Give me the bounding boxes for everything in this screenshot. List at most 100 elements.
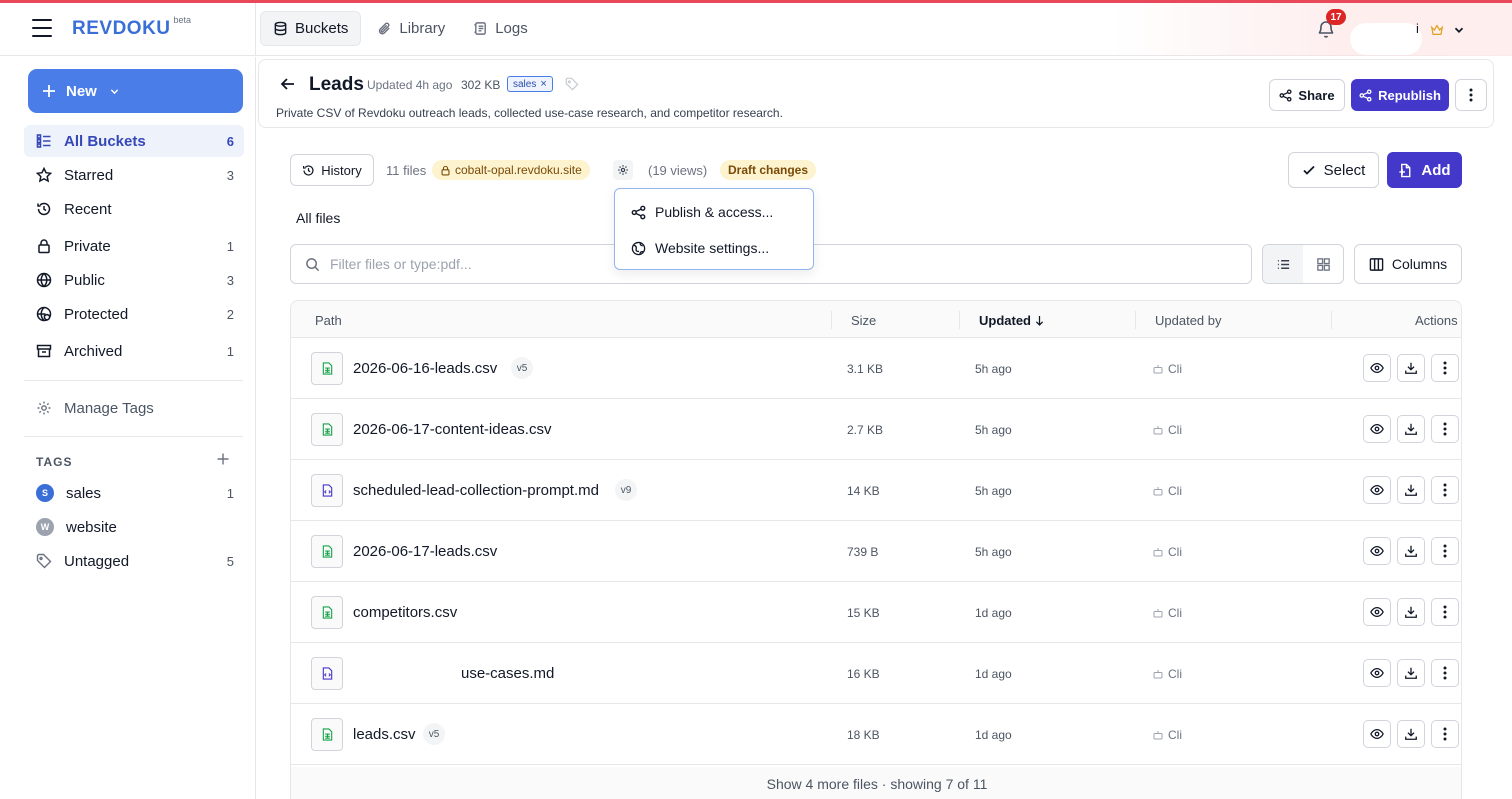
avatar[interactable] (1350, 23, 1422, 55)
preview-button[interactable] (1363, 476, 1391, 504)
list-view-button[interactable] (1263, 245, 1303, 283)
table-row[interactable]: use-cases.md 16 KB 1d ago Cli (291, 643, 1461, 704)
file-name[interactable]: 2026-06-17-leads.csv (353, 543, 497, 560)
manage-tags-link[interactable]: Manage Tags (24, 392, 244, 424)
sidebar-item-starred[interactable]: Starred 3 (24, 159, 244, 191)
file-size: 2.7 KB (847, 423, 884, 437)
republish-button[interactable]: Republish (1351, 79, 1449, 111)
tag-icon[interactable] (565, 77, 579, 91)
columns-button[interactable]: Columns (1354, 244, 1462, 284)
download-button[interactable] (1397, 659, 1425, 687)
table-row[interactable]: 2026-06-17-content-ideas.csv 2.7 KB 5h a… (291, 399, 1461, 460)
preview-button[interactable] (1363, 598, 1391, 626)
sidebar-item-recent[interactable]: Recent (24, 193, 244, 225)
history-button[interactable]: History (290, 154, 374, 186)
crown-icon (1430, 24, 1444, 35)
file-name[interactable]: 2026-06-17-content-ideas.csv (353, 421, 551, 438)
sidebar-tag-website[interactable]: W website (24, 511, 244, 543)
table-row[interactable]: scheduled-lead-collection-prompt.md v9 1… (291, 460, 1461, 521)
download-button[interactable] (1397, 415, 1425, 443)
sidebar-item-protected[interactable]: Protected 2 (24, 298, 244, 330)
add-button[interactable]: Add (1387, 152, 1462, 188)
column-header-size[interactable]: Size (851, 313, 876, 328)
table-row[interactable]: competitors.csv 15 KB 1d ago Cli (291, 582, 1461, 643)
row-more-button[interactable] (1431, 720, 1459, 748)
file-name[interactable]: leads.csv (353, 726, 416, 743)
column-header-path[interactable]: Path (315, 313, 342, 328)
sidebar-item-archived[interactable]: Archived 1 (24, 335, 244, 367)
breadcrumb[interactable]: All files (296, 210, 340, 226)
updated-by-name: Cli (1168, 667, 1182, 681)
file-name[interactable]: use-cases.md (461, 665, 554, 682)
column-divider (959, 311, 960, 329)
tag-icon (36, 553, 52, 569)
sidebar-item-public[interactable]: Public 3 (24, 264, 244, 296)
preview-button[interactable] (1363, 537, 1391, 565)
menu-icon[interactable] (32, 19, 52, 37)
preview-button[interactable] (1363, 415, 1391, 443)
show-more-files[interactable]: Show 4 more files · showing 7 of 11 (291, 767, 1461, 799)
download-button[interactable] (1397, 476, 1425, 504)
file-updated-by: Cli (1153, 362, 1182, 376)
table-row[interactable]: 2026-06-17-leads.csv 739 B 5h ago Cli (291, 521, 1461, 582)
file-size: 16 KB (847, 667, 880, 681)
grid-view-button[interactable] (1303, 245, 1343, 283)
select-button[interactable]: Select (1288, 152, 1379, 188)
row-more-button[interactable] (1431, 598, 1459, 626)
row-more-button[interactable] (1431, 354, 1459, 382)
preview-button[interactable] (1363, 720, 1391, 748)
column-header-updated-by[interactable]: Updated by (1155, 313, 1222, 328)
preview-button[interactable] (1363, 354, 1391, 382)
file-updated: 5h ago (975, 545, 1012, 559)
republish-label: Republish (1378, 87, 1441, 103)
table-row[interactable]: 2026-06-16-leads.csv v5 3.1 KB 5h ago Cl… (291, 338, 1461, 399)
bucket-updated: Updated 4h ago (367, 78, 453, 92)
app-logo[interactable]: REVDOKU beta (72, 15, 191, 40)
file-updated: 1d ago (975, 667, 1012, 681)
site-settings-button[interactable] (613, 160, 633, 180)
new-button[interactable]: New (28, 69, 243, 113)
file-size: 14 KB (847, 484, 880, 498)
table-row[interactable]: leads.csv v5 18 KB 1d ago Cli (291, 704, 1461, 765)
row-more-button[interactable] (1431, 476, 1459, 504)
row-more-button[interactable] (1431, 415, 1459, 443)
file-updated: 1d ago (975, 728, 1012, 742)
more-vertical-icon (1443, 605, 1447, 619)
sidebar-item-private[interactable]: Private 1 (24, 230, 244, 262)
preview-button[interactable] (1363, 659, 1391, 687)
sidebar-item-all-buckets[interactable]: All Buckets 6 (24, 125, 244, 157)
file-name[interactable]: competitors.csv (353, 604, 457, 621)
chevron-down-icon[interactable] (1452, 23, 1466, 37)
menu-item-website-settings[interactable]: Website settings... (615, 230, 813, 266)
menu-item-label: Website settings... (655, 240, 770, 256)
sidebar-tag-sales[interactable]: S sales 1 (24, 477, 244, 509)
more-vertical-icon (1443, 727, 1447, 741)
column-header-updated[interactable]: Updated (979, 313, 1044, 328)
download-button[interactable] (1397, 537, 1425, 565)
sidebar-item-label: Starred (64, 166, 114, 184)
tab-library[interactable]: Library (365, 11, 457, 46)
sidebar-item-count: 2 (226, 306, 234, 322)
site-url-chip[interactable]: cobalt-opal.revdoku.site (432, 160, 590, 180)
markdown-file-icon (311, 657, 343, 690)
tab-buckets[interactable]: Buckets (260, 11, 362, 46)
download-button[interactable] (1397, 354, 1425, 382)
more-options-button[interactable] (1455, 79, 1487, 111)
file-name[interactable]: scheduled-lead-collection-prompt.md (353, 482, 599, 499)
menu-item-publish-access[interactable]: Publish & access... (615, 194, 813, 230)
bucket-tag-chip[interactable]: sales × (507, 76, 553, 92)
share-button[interactable]: Share (1269, 79, 1345, 111)
share-nodes-icon (631, 205, 646, 219)
arrow-left-icon[interactable] (279, 75, 297, 93)
close-icon[interactable]: × (540, 78, 546, 90)
row-more-button[interactable] (1431, 659, 1459, 687)
file-size: 15 KB (847, 606, 880, 620)
plus-icon[interactable] (216, 452, 230, 466)
sidebar-tag-untagged[interactable]: Untagged 5 (24, 545, 244, 577)
file-name[interactable]: 2026-06-16-leads.csv (353, 360, 497, 377)
row-more-button[interactable] (1431, 537, 1459, 565)
download-button[interactable] (1397, 720, 1425, 748)
download-button[interactable] (1397, 598, 1425, 626)
tab-logs[interactable]: Logs (461, 11, 540, 46)
sidebar-item-label: All Buckets (64, 132, 146, 150)
